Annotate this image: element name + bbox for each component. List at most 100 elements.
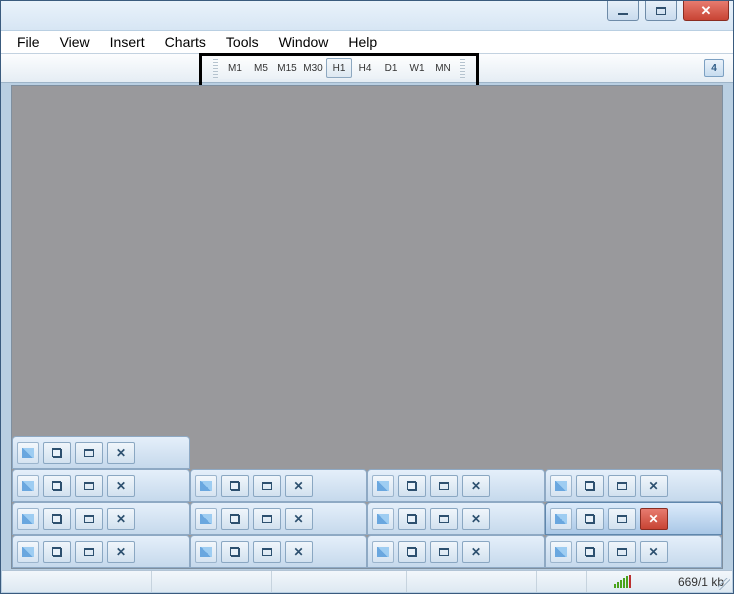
child-restore-button[interactable] xyxy=(221,508,249,530)
child-maximize-button[interactable] xyxy=(608,508,636,530)
mdi-child-window[interactable]: ✕ xyxy=(367,502,545,535)
child-restore-button[interactable] xyxy=(43,475,71,497)
child-close-button[interactable]: ✕ xyxy=(107,541,135,563)
period-m30[interactable]: M30 xyxy=(300,58,326,78)
mdi-child-window[interactable]: ✕ xyxy=(12,436,190,469)
chart-window-icon xyxy=(17,541,39,563)
period-h4[interactable]: H4 xyxy=(352,58,378,78)
restore-icon xyxy=(407,515,417,523)
menu-file[interactable]: File xyxy=(7,32,50,52)
mdi-child-window[interactable]: ✕ xyxy=(12,535,190,568)
close-icon: ✕ xyxy=(471,546,481,558)
child-restore-button[interactable] xyxy=(398,541,426,563)
mdi-child-window[interactable]: ✕ xyxy=(190,535,368,568)
child-close-button[interactable]: ✕ xyxy=(462,508,490,530)
period-w1[interactable]: W1 xyxy=(404,58,430,78)
chart-window-icon xyxy=(372,475,394,497)
period-d1[interactable]: D1 xyxy=(378,58,404,78)
maximize-icon xyxy=(262,482,272,490)
chart-window-icon xyxy=(550,541,572,563)
child-restore-button[interactable] xyxy=(576,508,604,530)
child-close-button[interactable]: ✕ xyxy=(462,541,490,563)
child-maximize-button[interactable] xyxy=(75,541,103,563)
child-restore-button[interactable] xyxy=(398,508,426,530)
mdi-child-window[interactable]: ✕ xyxy=(190,469,368,502)
child-close-button[interactable]: ✕ xyxy=(107,508,135,530)
child-maximize-button[interactable] xyxy=(253,541,281,563)
child-maximize-button[interactable] xyxy=(75,475,103,497)
child-maximize-button[interactable] xyxy=(608,475,636,497)
child-close-button[interactable]: ✕ xyxy=(285,541,313,563)
menu-view[interactable]: View xyxy=(50,32,100,52)
child-close-button[interactable]: ✕ xyxy=(107,475,135,497)
chart-window-icon xyxy=(17,442,39,464)
toolbar-gripper-end[interactable] xyxy=(460,58,465,78)
child-restore-button[interactable] xyxy=(43,508,71,530)
child-close-button[interactable]: ✕ xyxy=(285,475,313,497)
menu-tools[interactable]: Tools xyxy=(216,32,269,52)
close-icon: ✕ xyxy=(116,480,126,492)
resize-grip-icon[interactable] xyxy=(718,578,730,590)
status-cell xyxy=(537,571,587,592)
child-restore-button[interactable] xyxy=(43,442,71,464)
child-maximize-button[interactable] xyxy=(430,475,458,497)
mdi-child-window[interactable]: ✕ xyxy=(367,469,545,502)
period-m15[interactable]: M15 xyxy=(274,58,300,78)
toolbar-gripper[interactable] xyxy=(213,58,218,78)
period-mn[interactable]: MN xyxy=(430,58,456,78)
maximize-icon xyxy=(439,482,449,490)
mdi-child-window[interactable]: ✕ xyxy=(12,502,190,535)
mdi-child-window[interactable]: ✕ xyxy=(367,535,545,568)
close-icon: ✕ xyxy=(648,480,658,492)
child-restore-button[interactable] xyxy=(43,541,71,563)
status-cell xyxy=(407,571,537,592)
child-close-button[interactable]: ✕ xyxy=(285,508,313,530)
child-restore-button[interactable] xyxy=(221,475,249,497)
child-maximize-button[interactable] xyxy=(253,475,281,497)
menu-insert[interactable]: Insert xyxy=(100,32,155,52)
child-maximize-button[interactable] xyxy=(430,541,458,563)
child-restore-button[interactable] xyxy=(576,541,604,563)
maximize-icon xyxy=(84,449,94,457)
restore-icon xyxy=(52,515,62,523)
toolbar-row: M1 M5 M15 M30 H1 H4 D1 W1 MN 4 xyxy=(1,53,733,83)
restore-icon xyxy=(230,482,240,490)
child-restore-button[interactable] xyxy=(398,475,426,497)
child-maximize-button[interactable] xyxy=(253,508,281,530)
child-maximize-button[interactable] xyxy=(75,442,103,464)
restore-icon xyxy=(585,548,595,556)
period-m1[interactable]: M1 xyxy=(222,58,248,78)
mdi-child-window[interactable]: ✕ xyxy=(545,469,723,502)
menu-charts[interactable]: Charts xyxy=(155,32,216,52)
window-minimize-button[interactable] xyxy=(607,1,639,21)
restore-icon xyxy=(407,482,417,490)
close-icon: ✕ xyxy=(293,546,303,558)
child-maximize-button[interactable] xyxy=(608,541,636,563)
toolbar-badge[interactable]: 4 xyxy=(704,59,724,77)
child-restore-button[interactable] xyxy=(221,541,249,563)
child-close-button[interactable]: ✕ xyxy=(462,475,490,497)
mdi-child-window[interactable]: ✕ xyxy=(190,502,368,535)
chart-window-icon xyxy=(372,541,394,563)
child-restore-button[interactable] xyxy=(576,475,604,497)
mdi-child-window[interactable]: ✕ xyxy=(545,535,723,568)
chart-window-icon xyxy=(550,475,572,497)
maximize-icon xyxy=(439,548,449,556)
child-maximize-button[interactable] xyxy=(430,508,458,530)
period-m5[interactable]: M5 xyxy=(248,58,274,78)
connection-signal-icon xyxy=(610,575,642,588)
child-close-button[interactable]: ✕ xyxy=(107,442,135,464)
window-maximize-button[interactable] xyxy=(645,1,677,21)
child-close-button[interactable]: ✕ xyxy=(640,475,668,497)
period-h1[interactable]: H1 xyxy=(326,58,352,78)
child-close-button[interactable]: ✕ xyxy=(640,508,668,530)
mdi-child-window[interactable]: ✕ xyxy=(12,469,190,502)
restore-icon xyxy=(230,548,240,556)
menu-help[interactable]: Help xyxy=(338,32,387,52)
status-bar: 669/1 kb xyxy=(2,570,732,592)
menu-window[interactable]: Window xyxy=(269,32,339,52)
mdi-child-window-active[interactable]: ✕ xyxy=(545,502,723,535)
window-close-button[interactable]: ✕ xyxy=(683,1,729,21)
child-maximize-button[interactable] xyxy=(75,508,103,530)
child-close-button[interactable]: ✕ xyxy=(640,541,668,563)
